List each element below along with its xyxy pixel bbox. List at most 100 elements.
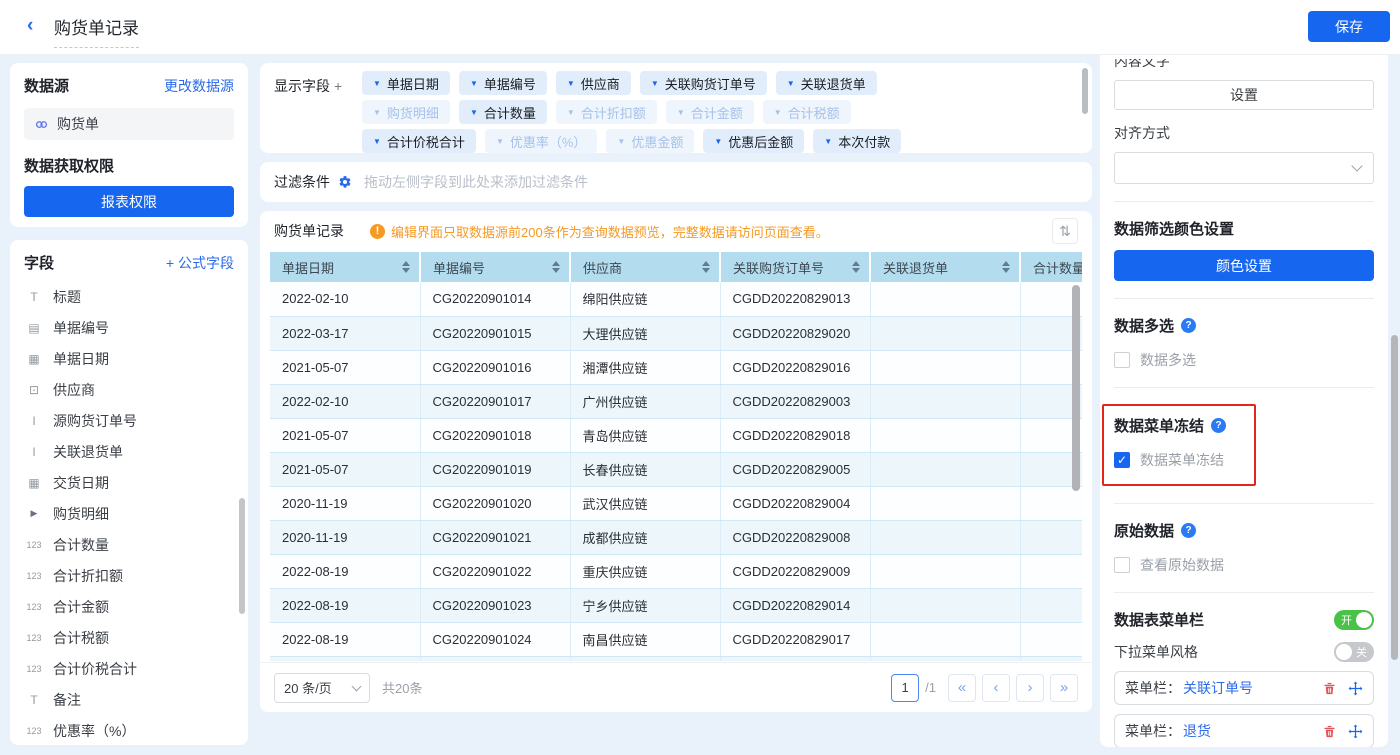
column-header[interactable]: 合计数量	[1020, 252, 1082, 282]
display-field-chip[interactable]: ▼ 优惠后金额	[703, 129, 805, 153]
display-field-chip[interactable]: ▼ 优惠金额	[606, 129, 695, 153]
display-field-chip[interactable]: ▼ 合计税额	[762, 100, 851, 124]
display-field-chip[interactable]: ▼ 合计金额	[665, 100, 754, 124]
page-size-select[interactable]: 20 条/页	[274, 672, 370, 703]
trash-icon[interactable]	[1322, 681, 1337, 696]
display-fields-scrollbar[interactable]	[1082, 68, 1088, 114]
report-permission-button[interactable]: 报表权限	[24, 186, 234, 217]
display-field-chip[interactable]: ▼ 购货明细	[362, 100, 450, 124]
field-item[interactable]: 123 合计数量	[24, 529, 234, 560]
multi-select-checkbox-row[interactable]: 数据多选	[1114, 350, 1374, 370]
next-page-button[interactable]: ›	[1016, 673, 1044, 702]
chip-label: 单据编号	[483, 76, 536, 92]
table-row[interactable]: 2020-11-19 CG20220901021 成都供应链 CGDD20220829…	[270, 520, 1082, 555]
datasource-item[interactable]: 购货单	[24, 108, 234, 140]
help-icon[interactable]: ?	[1181, 523, 1197, 538]
field-item[interactable]: T 标题	[24, 281, 234, 312]
table-row[interactable]: 2021-05-07 CG20220901019 长春供应链 CGDD20220829…	[270, 452, 1082, 487]
raw-data-checkbox-row[interactable]: 查看原始数据	[1114, 555, 1374, 575]
fields-scrollbar[interactable]	[239, 498, 245, 614]
table-cell: 2021-05-07	[270, 350, 421, 385]
sort-arrows-icon[interactable]	[702, 261, 710, 273]
field-item[interactable]: 123 优惠率（%）	[24, 715, 234, 745]
table-row[interactable]: 2022-08-19 CG20220901022 重庆供应链 CGDD20220829…	[270, 554, 1082, 589]
last-page-button[interactable]: »	[1050, 673, 1078, 702]
display-field-chip[interactable]: ▼ 合计数量	[458, 100, 547, 124]
checkbox-unchecked[interactable]	[1114, 352, 1130, 368]
sort-arrows-icon[interactable]	[402, 261, 410, 273]
display-field-chip[interactable]: ▼ 合计价税合计	[362, 129, 476, 153]
column-header[interactable]: 关联购货订单号	[720, 252, 871, 282]
field-item[interactable]: ▤ 单据编号	[24, 312, 234, 343]
align-select[interactable]	[1114, 152, 1374, 184]
dropdown-style-toggle-off[interactable]: 关	[1334, 642, 1374, 662]
display-field-chip[interactable]: ▼ 单据日期	[362, 71, 450, 95]
table-row[interactable]	[270, 656, 1082, 661]
content-set-button[interactable]: 设置	[1114, 80, 1374, 110]
display-field-chip[interactable]: ▼ 关联购货订单号	[639, 71, 767, 95]
field-item[interactable]: 123 合计金额	[24, 591, 234, 622]
sort-arrows-icon[interactable]	[552, 261, 560, 273]
table-row[interactable]: 2022-02-10 CG20220901014 绵阳供应链 CGDD20220829…	[270, 282, 1082, 317]
field-item[interactable]: ▦ 交货日期	[24, 467, 234, 498]
table-row[interactable]: 2022-02-10 CG20220901017 广州供应链 CGDD20220829…	[270, 384, 1082, 419]
column-header[interactable]: 单据日期	[270, 252, 421, 282]
sort-arrows-icon[interactable]	[852, 261, 860, 273]
sort-icon[interactable]: ⇅	[1052, 218, 1078, 244]
display-field-chip[interactable]: ▼ 本次付款	[813, 129, 902, 153]
save-button[interactable]: 保存	[1308, 11, 1390, 42]
field-item[interactable]: T 备注	[24, 684, 234, 715]
field-item[interactable]: ⊡ 供应商	[24, 374, 234, 405]
field-item[interactable]: I 源购货订单号	[24, 405, 234, 436]
page-title: 购货单记录	[54, 14, 139, 48]
prev-page-button[interactable]: ‹	[982, 673, 1010, 702]
field-item[interactable]: I 关联退货单	[24, 436, 234, 467]
menubar-item-link[interactable]: 关联订单号	[1183, 678, 1253, 698]
back-icon[interactable]: ‹	[27, 15, 33, 37]
menubar-item-link[interactable]: 退货	[1183, 721, 1211, 741]
table-row[interactable]: 2021-05-07 CG20220901018 青岛供应链 CGDD20220829…	[270, 418, 1082, 453]
menubar-item[interactable]: 菜单栏： 退货	[1114, 714, 1374, 747]
field-item[interactable]: ▦ 单据日期	[24, 343, 234, 374]
field-item[interactable]: 123 合计税额	[24, 622, 234, 653]
first-page-button[interactable]: «	[948, 673, 976, 702]
trash-icon[interactable]	[1322, 724, 1337, 739]
checkbox-checked[interactable]: ✓	[1114, 452, 1130, 468]
color-setting-button[interactable]: 颜色设置	[1114, 250, 1374, 281]
display-field-chip[interactable]: ▼ 供应商	[555, 71, 631, 95]
add-formula-field-link[interactable]: + 公式字段	[166, 253, 234, 273]
sort-arrows-icon[interactable]	[1002, 261, 1010, 273]
help-icon[interactable]: ?	[1181, 318, 1197, 333]
display-field-chip[interactable]: ▼ 合计折扣额	[555, 100, 657, 124]
freeze-title: 数据菜单冻结 ?	[1114, 415, 1244, 436]
move-icon[interactable]	[1348, 724, 1363, 739]
move-icon[interactable]	[1348, 681, 1363, 696]
display-field-chip[interactable]: ▼ 优惠率（%）	[484, 129, 598, 153]
column-header[interactable]: 单据编号	[420, 252, 571, 282]
column-header[interactable]: 供应商	[570, 252, 721, 282]
help-icon[interactable]: ?	[1211, 418, 1227, 433]
menubar-item[interactable]: 菜单栏： 关联订单号	[1114, 671, 1374, 705]
table-row[interactable]: 2022-08-19 CG20220901024 南昌供应链 CGDD20220829…	[270, 622, 1082, 657]
change-datasource-link[interactable]: 更改数据源	[164, 76, 234, 96]
field-item[interactable]: 123 合计价税合计	[24, 653, 234, 684]
field-item[interactable]: 123 合计折扣额	[24, 560, 234, 591]
top-bar: ‹ 购货单记录 保存	[0, 0, 1400, 55]
display-field-chip[interactable]: ▼ 单据编号	[458, 71, 547, 95]
column-label: 关联退货单	[883, 260, 949, 276]
display-field-chip[interactable]: ▼ 关联退货单	[775, 71, 877, 95]
table-row[interactable]: 2022-03-17 CG20220901015 大理供应链 CGDD20220829…	[270, 316, 1082, 351]
column-header[interactable]: 关联退货单	[870, 252, 1021, 282]
table-row[interactable]: 2020-11-19 CG20220901020 武汉供应链 CGDD20220829…	[270, 486, 1082, 521]
field-item[interactable]: ▶ 购货明细	[24, 498, 234, 529]
page-scrollbar[interactable]	[1391, 335, 1398, 660]
add-display-field-button[interactable]: +	[334, 78, 342, 94]
table-vertical-scrollbar[interactable]	[1072, 285, 1080, 491]
gear-icon[interactable]	[338, 175, 352, 189]
checkbox-unchecked[interactable]	[1114, 557, 1130, 573]
table-row[interactable]: 2022-08-19 CG20220901023 宁乡供应链 CGDD20220829…	[270, 588, 1082, 623]
menubar-toggle-on[interactable]: 开	[1334, 609, 1374, 630]
freeze-checkbox-row[interactable]: ✓ 数据菜单冻结	[1114, 450, 1244, 470]
table-row[interactable]: 2021-05-07 CG20220901016 湘潭供应链 CGDD20220829…	[270, 350, 1082, 385]
page-number-input[interactable]: 1	[891, 673, 920, 702]
